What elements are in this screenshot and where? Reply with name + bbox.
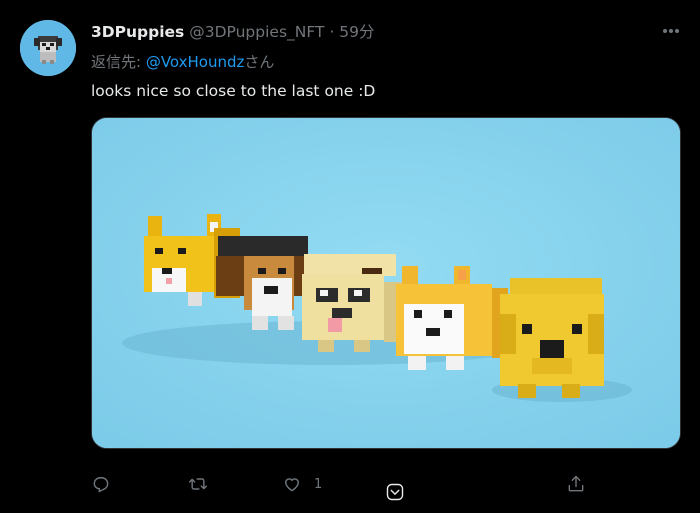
user-handle[interactable]: @3DPuppies_NFT — [189, 23, 324, 41]
retweet-button[interactable] — [188, 470, 208, 498]
reply-suffix: さん — [244, 53, 275, 71]
reply-prefix: 返信先: — [91, 53, 146, 71]
tweet-media-image[interactable] — [91, 117, 681, 449]
reply-mention-link[interactable]: @VoxHoundz — [146, 53, 245, 71]
tweet[interactable]: 3DPuppies @3DPuppies_NFT · 59分 返信先: @Vox… — [0, 0, 700, 513]
tweet-actions: 1 — [0, 470, 700, 501]
like-count: 1 — [314, 476, 323, 492]
like-button[interactable]: 1 — [282, 470, 322, 498]
reply-to-line: 返信先: @VoxHoundzさん — [91, 51, 274, 73]
avatar-image — [20, 20, 76, 76]
reply-button[interactable] — [91, 470, 111, 498]
puppy-pug — [302, 254, 402, 352]
nft-button[interactable] — [385, 478, 405, 506]
reply-icon — [93, 477, 109, 493]
share-button[interactable] — [566, 470, 586, 498]
share-icon — [568, 475, 584, 492]
heart-icon — [285, 478, 299, 492]
more-icon[interactable] — [660, 20, 682, 42]
tweet-text: looks nice so close to the last one :D — [91, 82, 376, 100]
tweet-header: 3DPuppies @3DPuppies_NFT · 59分 — [91, 21, 375, 43]
timestamp[interactable]: 59分 — [339, 23, 374, 41]
puppy-golden — [500, 278, 604, 398]
puppies-illustration — [92, 118, 680, 448]
display-name[interactable]: 3DPuppies — [91, 23, 184, 41]
retweet-icon — [188, 478, 208, 490]
avatar[interactable] — [20, 20, 76, 76]
separator-dot: · — [329, 23, 335, 41]
nft-icon — [386, 483, 404, 501]
